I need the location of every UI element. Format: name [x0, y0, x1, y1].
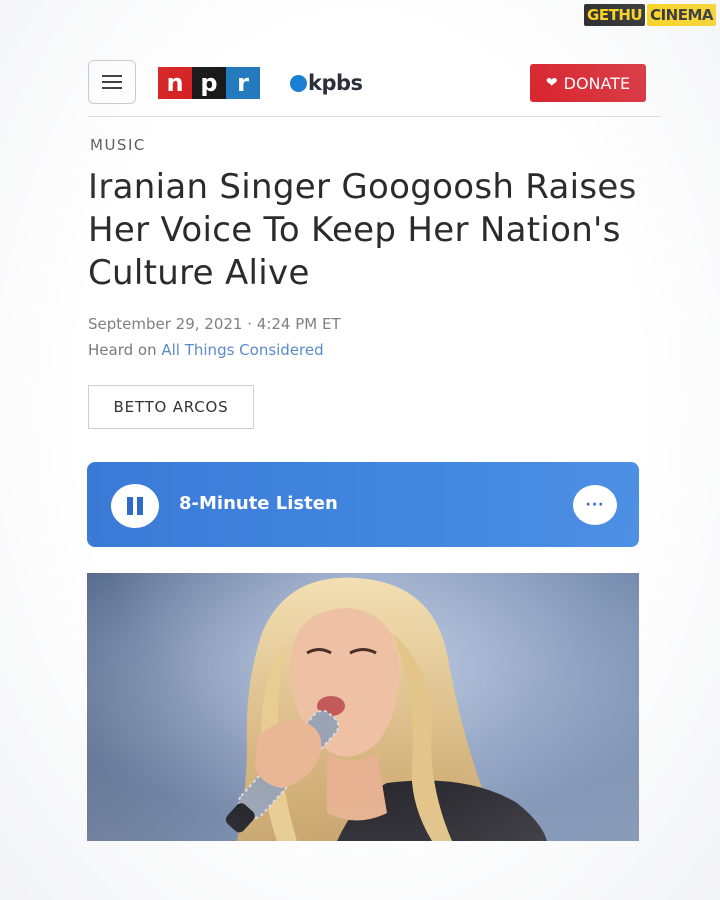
watermark-left: GETHU	[584, 4, 646, 26]
menu-button[interactable]	[88, 60, 136, 104]
watermark-right: CINEMA	[647, 4, 716, 26]
pause-button[interactable]	[111, 484, 159, 528]
listen-duration-label: 8-Minute Listen	[179, 493, 338, 514]
watermark-logo: GETHU CINEMA	[584, 4, 716, 26]
header-divider	[88, 116, 660, 117]
byline-button[interactable]: BETTO ARCOS	[88, 385, 254, 429]
heard-on: Heard on All Things Considered	[88, 341, 324, 359]
hamburger-icon	[102, 75, 122, 89]
station-logo-dot-icon	[290, 74, 307, 92]
site-header: n p r kpbs ❤ DONATE	[88, 60, 660, 108]
npr-logo-r: r	[226, 67, 260, 99]
program-link[interactable]: All Things Considered	[161, 341, 323, 359]
more-options-button[interactable]: ···	[573, 485, 617, 525]
pause-icon	[127, 497, 143, 515]
heard-on-prefix: Heard on	[88, 341, 162, 359]
npr-logo-n: n	[158, 67, 192, 99]
npr-logo[interactable]: n p r	[158, 67, 260, 99]
singer-photo-illustration	[87, 573, 639, 841]
station-logo[interactable]: kpbs	[290, 70, 363, 96]
npr-logo-p: p	[192, 67, 226, 99]
audio-player: 8-Minute Listen ···	[87, 462, 639, 547]
section-label[interactable]: MUSIC	[90, 136, 146, 154]
article-headline: Iranian Singer Googoosh Raises Her Voice…	[88, 167, 637, 293]
ellipsis-icon: ···	[585, 497, 605, 513]
station-logo-text: kpbs	[308, 71, 363, 95]
article-photo[interactable]	[87, 573, 639, 841]
heart-icon: ❤	[545, 75, 558, 91]
donate-button[interactable]: ❤ DONATE	[530, 64, 646, 102]
page: GETHU CINEMA n p r kpbs ❤ DONATE MUSIC I…	[0, 0, 720, 900]
donate-label: DONATE	[563, 73, 631, 93]
article-date: September 29, 2021 · 4:24 PM ET	[88, 315, 341, 333]
